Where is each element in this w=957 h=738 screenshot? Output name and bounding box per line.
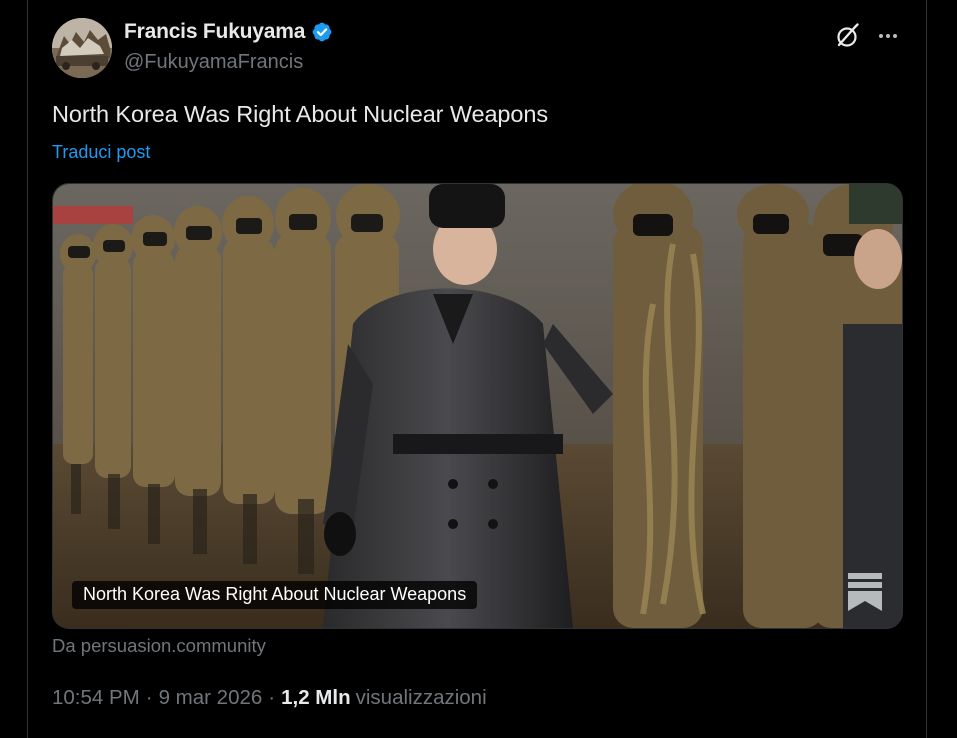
more-dot (886, 34, 890, 38)
translate-post-link[interactable]: Traduci post (52, 142, 150, 163)
views-count[interactable]: 1,2 Mln (281, 686, 351, 710)
avatar[interactable] (52, 18, 112, 78)
card-title[interactable]: North Korea Was Right About Nuclear Weap… (72, 581, 478, 609)
views-label: visualizzazioni (355, 686, 487, 709)
timeline-left-border (27, 0, 28, 738)
author-name-row[interactable]: Francis Fukuyama (124, 20, 333, 44)
bookmark-logo-icon (848, 573, 882, 611)
card-source-link[interactable]: Da persuasion.community (52, 635, 266, 657)
meta-separator: · (145, 686, 153, 709)
tweet-date[interactable]: 9 mar 2026 (159, 686, 263, 710)
tweet-meta: 10:54 PM · 9 mar 2026 · 1,2 Mln visualiz… (52, 686, 487, 710)
more-dot (879, 34, 883, 38)
author-display-name[interactable]: Francis Fukuyama (124, 20, 305, 44)
meta-separator: · (268, 686, 276, 709)
author-handle[interactable]: @FukuyamaFrancis (124, 51, 303, 74)
timeline-right-border (926, 0, 927, 738)
link-card[interactable]: North Korea Was Right About Nuclear Weap… (52, 183, 903, 629)
tweet-text: North Korea Was Right About Nuclear Weap… (52, 101, 548, 127)
avatar-image (52, 18, 112, 78)
more-dot (893, 34, 897, 38)
grok-icon[interactable] (833, 22, 861, 50)
more-dots-icon[interactable] (874, 22, 902, 50)
card-photo (53, 184, 902, 628)
verified-badge-icon[interactable] (311, 21, 333, 43)
tweet-time[interactable]: 10:54 PM (52, 686, 140, 710)
